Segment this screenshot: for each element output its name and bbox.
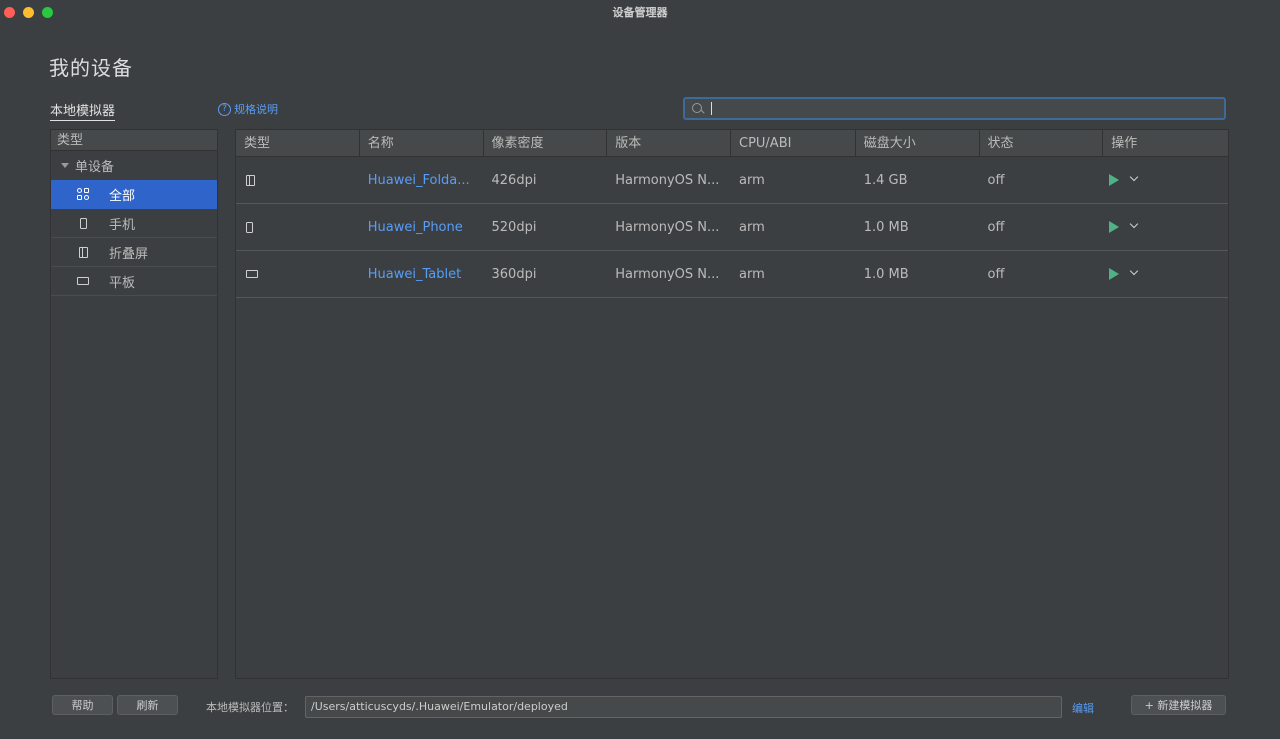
foldable-icon xyxy=(246,174,255,186)
device-actions xyxy=(1103,174,1228,186)
location-label: 本地模拟器位置： xyxy=(206,701,294,714)
column-header-cpu[interactable]: CPU/ABI xyxy=(731,130,856,156)
phone-icon xyxy=(246,221,253,233)
grid-icon xyxy=(76,187,90,201)
device-density: 360dpi xyxy=(491,266,537,282)
refresh-button[interactable]: 刷新 xyxy=(117,695,178,715)
play-icon[interactable] xyxy=(1109,268,1120,280)
device-name[interactable]: Huawei_Tablet xyxy=(360,267,484,282)
device-actions xyxy=(1103,268,1228,280)
device-version: HarmonyOS N... xyxy=(615,266,720,282)
play-icon[interactable] xyxy=(1109,174,1120,186)
type-sidebar: 类型 单设备 全部 手机 折叠屏 平板 xyxy=(50,129,218,679)
device-cpu: arm xyxy=(739,172,765,188)
tablet-icon xyxy=(76,274,90,288)
window-controls xyxy=(4,7,53,18)
sidebar-item-label: 手机 xyxy=(109,217,136,233)
location-field[interactable]: /Users/atticuscyds/.Huawei/Emulator/depl… xyxy=(305,696,1062,718)
search-box[interactable] xyxy=(683,97,1226,120)
foldable-icon xyxy=(76,245,90,259)
play-icon[interactable] xyxy=(1109,221,1120,233)
column-header-status[interactable]: 状态 xyxy=(980,130,1104,156)
chevron-down-icon[interactable] xyxy=(1130,174,1139,182)
tablet-icon xyxy=(246,270,258,278)
maximize-window-button[interactable] xyxy=(42,7,53,18)
phone-icon xyxy=(76,216,90,230)
column-header-name[interactable]: 名称 xyxy=(360,130,484,156)
device-cpu: arm xyxy=(739,219,765,235)
search-input[interactable] xyxy=(716,100,1196,117)
sidebar-group-label: 单设备 xyxy=(75,160,115,175)
edit-link[interactable]: 编辑 xyxy=(1072,700,1094,716)
spec-link[interactable]: ? 规格说明 xyxy=(218,101,278,117)
sidebar-item-all[interactable]: 全部 xyxy=(51,180,217,209)
window-title: 设备管理器 xyxy=(612,6,668,19)
sidebar-item-label: 平板 xyxy=(109,275,136,291)
device-version: HarmonyOS N... xyxy=(615,219,720,235)
tab-local-emulator[interactable]: 本地模拟器 xyxy=(50,100,116,121)
sidebar-header: 类型 xyxy=(51,130,217,151)
table-row[interactable]: Huawei_Folda... 426dpi HarmonyOS N... ar… xyxy=(236,157,1228,204)
table-row[interactable]: Huawei_Phone 520dpi HarmonyOS N... arm 1… xyxy=(236,204,1228,251)
device-density: 520dpi xyxy=(491,219,537,235)
spec-link-label: 规格说明 xyxy=(234,103,278,116)
device-density: 426dpi xyxy=(491,172,537,188)
close-window-button[interactable] xyxy=(4,7,15,18)
device-name[interactable]: Huawei_Phone xyxy=(360,220,484,235)
expand-triangle-icon[interactable] xyxy=(61,163,69,168)
device-disk: 1.0 MB xyxy=(863,266,909,282)
column-header-version[interactable]: 版本 xyxy=(607,130,731,156)
column-header-density[interactable]: 像素密度 xyxy=(484,130,608,156)
minimize-window-button[interactable] xyxy=(23,7,34,18)
device-disk: 1.0 MB xyxy=(863,219,909,235)
search-icon xyxy=(691,102,705,116)
device-status: off xyxy=(987,266,1005,282)
device-status: off xyxy=(987,219,1005,235)
device-disk: 1.4 GB xyxy=(863,172,908,188)
new-emulator-button[interactable]: + 新建模拟器 xyxy=(1131,695,1226,715)
column-header-type[interactable]: 类型 xyxy=(236,130,360,156)
device-cpu: arm xyxy=(739,266,765,282)
column-header-actions[interactable]: 操作 xyxy=(1103,130,1228,156)
sidebar-group-single-device[interactable]: 单设备 xyxy=(51,151,217,180)
help-button[interactable]: 帮助 xyxy=(52,695,113,715)
chevron-down-icon[interactable] xyxy=(1130,268,1139,276)
title-bar: 设备管理器 xyxy=(0,0,1280,24)
sidebar-item-label: 全部 xyxy=(109,188,136,204)
device-actions xyxy=(1103,221,1228,233)
table-row[interactable]: Huawei_Tablet 360dpi HarmonyOS N... arm … xyxy=(236,251,1228,298)
help-circle-icon: ? xyxy=(218,102,231,116)
page-title: 我的设备 xyxy=(49,56,133,80)
table-header: 类型 名称 像素密度 版本 CPU/ABI 磁盘大小 状态 操作 xyxy=(236,130,1228,157)
device-version: HarmonyOS N... xyxy=(615,172,720,188)
device-status: off xyxy=(987,172,1005,188)
text-cursor xyxy=(711,102,712,115)
sidebar-item-phone[interactable]: 手机 xyxy=(51,209,217,238)
chevron-down-icon[interactable] xyxy=(1130,221,1139,229)
device-table: 类型 名称 像素密度 版本 CPU/ABI 磁盘大小 状态 操作 Huawei_… xyxy=(235,129,1229,679)
sidebar-item-foldable[interactable]: 折叠屏 xyxy=(51,238,217,267)
column-header-disk[interactable]: 磁盘大小 xyxy=(856,130,980,156)
sidebar-item-label: 折叠屏 xyxy=(109,246,149,262)
device-name[interactable]: Huawei_Folda... xyxy=(360,173,484,188)
sidebar-item-tablet[interactable]: 平板 xyxy=(51,267,217,296)
